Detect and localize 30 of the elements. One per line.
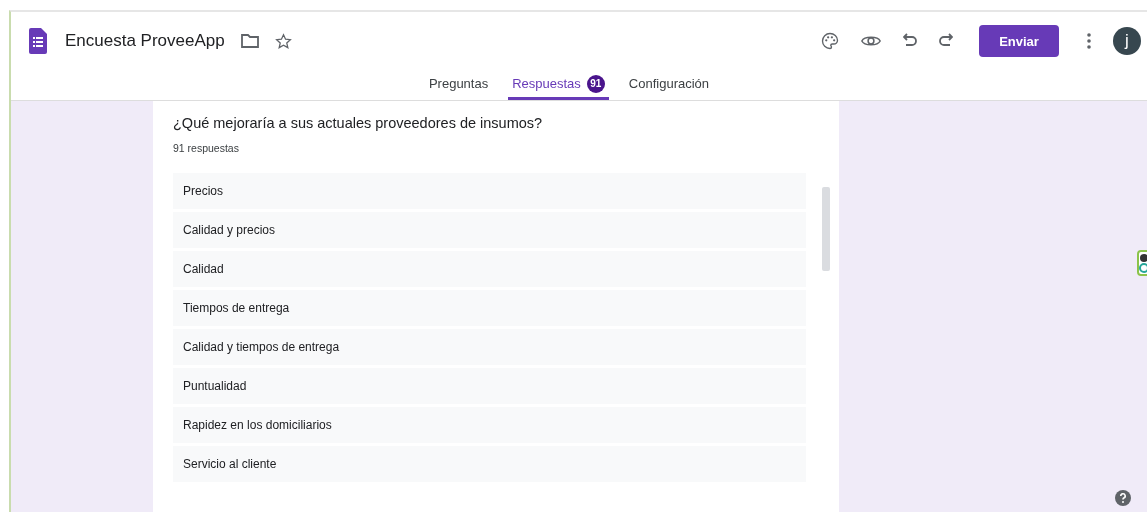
tab-label: Configuración [628,76,710,91]
eye-icon[interactable] [861,34,881,48]
answer-item: Tiempos de entrega [173,290,806,326]
tab[interactable]: Configuración [624,70,714,100]
answer-item: Servicio al cliente [173,446,806,482]
send-button[interactable]: Enviar [979,25,1059,57]
help-icon[interactable] [1115,490,1131,506]
form-title[interactable]: Encuesta ProveeApp [65,31,225,51]
question-title: ¿Qué mejoraría a sus actuales proveedores de insumos? [173,115,544,131]
undo-icon[interactable] [903,33,917,49]
extension-widget-icon[interactable] [1137,250,1147,276]
tab[interactable]: Preguntas [424,70,493,100]
answer-item: Puntualidad [173,368,806,404]
answer-item: Rapidez en los domiciliarios [173,407,806,443]
star-icon[interactable] [274,32,292,50]
answer-item: Calidad y tiempos de entrega [173,329,806,365]
tab-label: Preguntas [428,76,489,91]
more-options-icon[interactable] [1087,33,1091,49]
answer-item: Calidad [173,251,806,287]
folder-icon[interactable] [240,34,259,48]
answer-item: Precios [173,173,806,209]
tab-label: Respuestas [512,76,581,91]
palette-icon[interactable] [821,32,839,50]
forms-logo-icon[interactable] [29,28,47,54]
user-avatar[interactable]: j [1113,27,1141,55]
answer-item: Calidad y precios [173,212,806,248]
response-count: 91 respuestas [173,142,240,154]
scrollbar-thumb[interactable] [822,187,830,271]
redo-icon[interactable] [939,33,953,49]
count-badge: 91 [586,74,605,93]
